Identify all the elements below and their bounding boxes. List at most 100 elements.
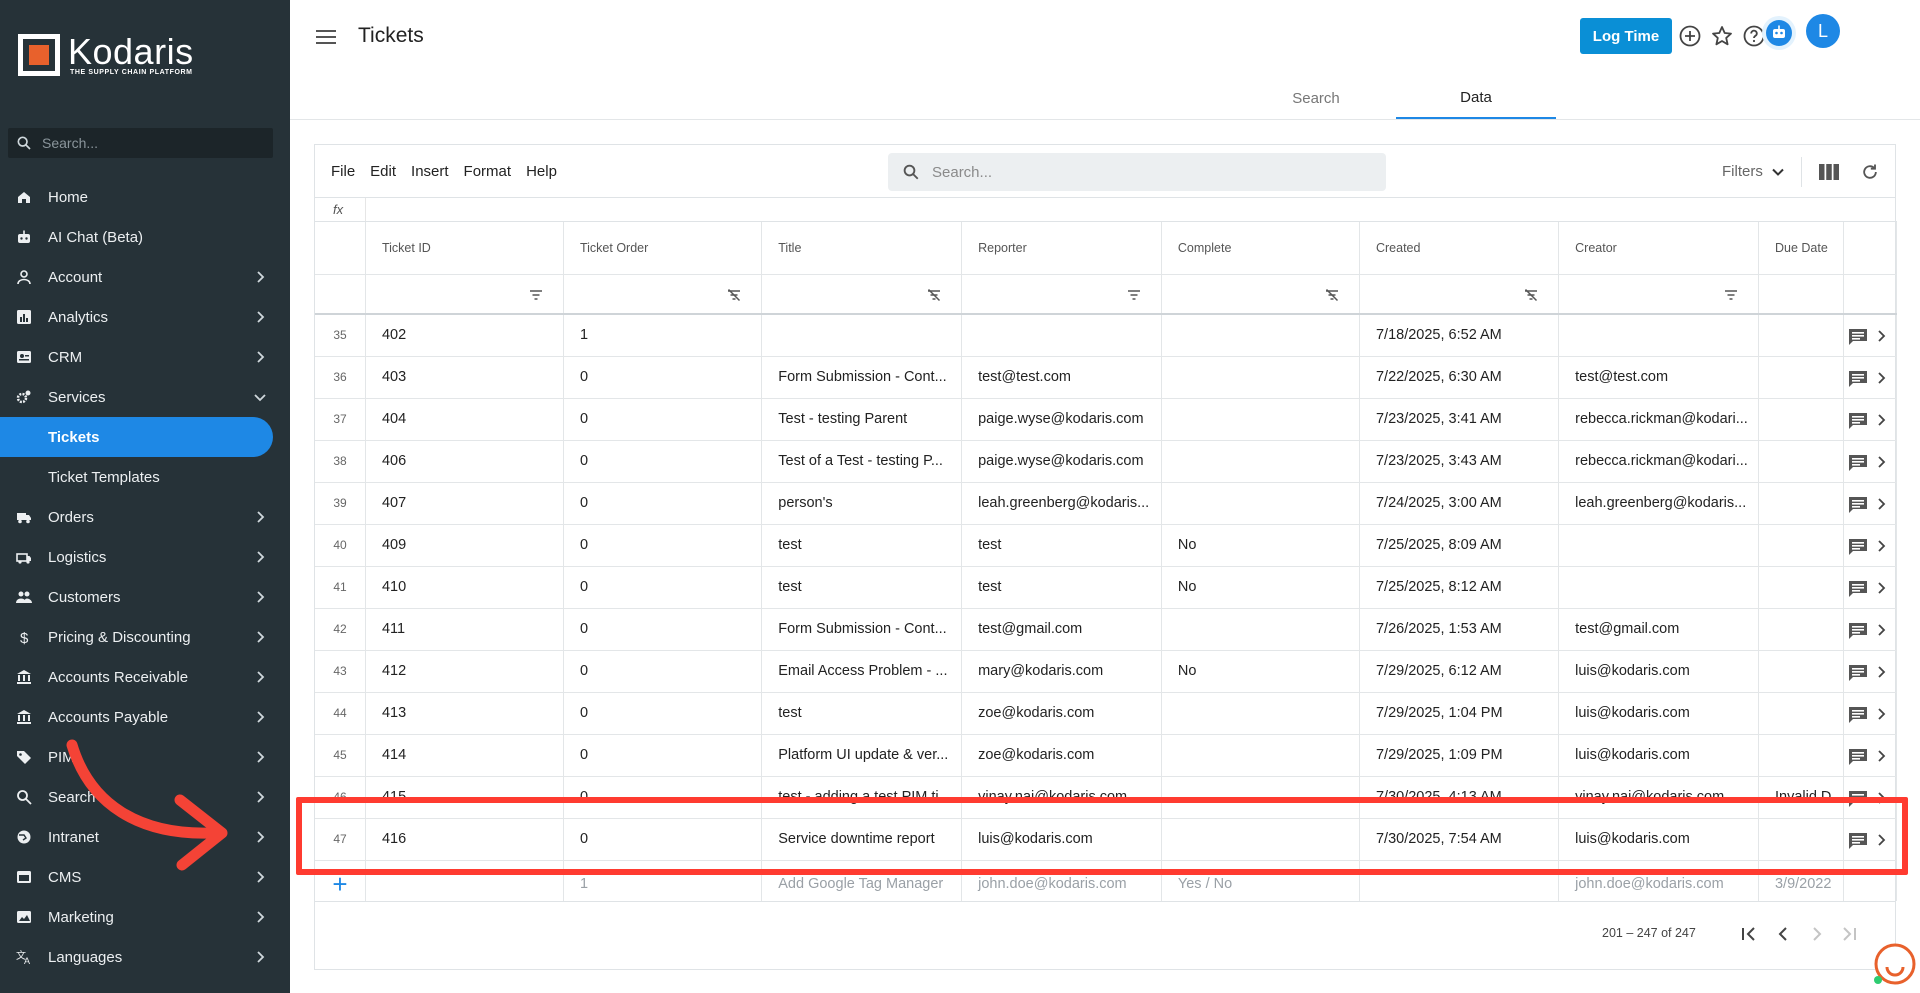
created-cell[interactable]: 7/18/2025, 6:52 AM (1359, 314, 1560, 357)
ticket-id-cell[interactable]: 407 (365, 482, 564, 525)
ticket-order-cell[interactable]: 0 (563, 776, 763, 819)
creator-cell[interactable]: vinay.nai@kodaris.com (1558, 776, 1759, 819)
last-page-icon[interactable] (1839, 924, 1859, 944)
ticket-order-cell[interactable]: 0 (563, 734, 763, 777)
filter-cell[interactable] (1758, 274, 1845, 315)
complete-cell[interactable] (1161, 776, 1360, 819)
title-cell[interactable] (761, 314, 963, 357)
user-avatar[interactable]: L (1806, 14, 1840, 48)
creator-cell[interactable]: john.doe@kodaris.com (1558, 860, 1759, 901)
comment-icon[interactable] (1848, 580, 1868, 598)
table-row[interactable]: 41 410 0 test test No 7/25/2025, 8:12 AM (315, 566, 1897, 609)
chevron-right-icon[interactable] (1877, 371, 1887, 384)
sidebar-item-services[interactable]: Services (0, 377, 290, 417)
title-cell[interactable]: Test of a Test - testing P... (761, 440, 963, 483)
comment-icon[interactable] (1848, 412, 1868, 430)
title-cell[interactable]: test (761, 566, 963, 609)
reporter-cell[interactable]: paige.wyse@kodaris.com (961, 398, 1162, 441)
sidebar-item-customers[interactable]: Customers (0, 577, 290, 617)
complete-cell[interactable]: No (1161, 524, 1360, 567)
ticket-order-cell[interactable]: 0 (563, 692, 763, 735)
complete-cell[interactable] (1161, 440, 1360, 483)
creator-cell[interactable]: luis@kodaris.com (1558, 650, 1759, 693)
add-circle-icon[interactable] (1678, 24, 1702, 48)
comment-icon[interactable] (1848, 538, 1868, 556)
comment-icon[interactable] (1848, 622, 1868, 640)
ticket-id-cell[interactable]: 410 (365, 566, 564, 609)
due-date-cell[interactable]: Invalid D... (1758, 776, 1845, 819)
table-row[interactable]: 46 415 0 test - adding a test PIM ti... vina… (315, 776, 1897, 819)
creator-cell[interactable]: test@test.com (1558, 356, 1759, 399)
chat-support-icon[interactable] (1870, 940, 1916, 986)
ticket-id-cell[interactable]: 403 (365, 356, 564, 399)
add-row[interactable]: +1 Add Google Tag Manager john.doe@kodaris… (315, 860, 1897, 901)
sidebar-item-logistics[interactable]: Logistics (0, 537, 290, 577)
table-row[interactable]: 39 407 0 person's leah.greenberg@kodaris... 7… (315, 482, 1897, 525)
title-cell[interactable]: Test - testing Parent (761, 398, 963, 441)
title-cell[interactable]: Form Submission - Cont... (761, 356, 963, 399)
title-cell[interactable]: test (761, 692, 963, 735)
due-date-cell[interactable] (1758, 818, 1845, 861)
menu-help[interactable]: Help (526, 163, 557, 180)
sidebar-item-accounts-receivable[interactable]: Accounts Receivable (0, 657, 290, 697)
chevron-right-icon[interactable] (1877, 749, 1887, 762)
reporter-cell[interactable]: zoe@kodaris.com (961, 692, 1162, 735)
reporter-cell[interactable]: zoe@kodaris.com (961, 734, 1162, 777)
ticket-id-cell[interactable] (365, 860, 564, 901)
next-page-icon[interactable] (1807, 924, 1827, 944)
complete-cell[interactable]: No (1161, 566, 1360, 609)
chevron-right-icon[interactable] (1877, 833, 1887, 846)
due-date-cell[interactable] (1758, 356, 1845, 399)
filter-icon[interactable] (1724, 288, 1738, 302)
menu-insert[interactable]: Insert (411, 163, 449, 180)
sidebar-item-ticket-templates[interactable]: Ticket Templates (0, 457, 290, 497)
title-cell[interactable]: Service downtime report (761, 818, 963, 861)
due-date-cell[interactable] (1758, 734, 1845, 777)
column-header-title[interactable]: Title (761, 222, 963, 275)
ticket-order-cell[interactable]: 0 (563, 356, 763, 399)
comment-icon[interactable] (1848, 370, 1868, 388)
comment-icon[interactable] (1848, 706, 1868, 724)
tab-data[interactable]: Data (1396, 78, 1556, 119)
title-cell[interactable]: Platform UI update & ver... (761, 734, 963, 777)
ticket-id-cell[interactable]: 409 (365, 524, 564, 567)
comment-icon[interactable] (1848, 790, 1868, 808)
complete-cell[interactable]: No (1161, 650, 1360, 693)
chevron-right-icon[interactable] (1877, 665, 1887, 678)
title-cell[interactable]: test - adding a test PIM ti... (761, 776, 963, 819)
sidebar-item-tickets[interactable]: Tickets (0, 417, 273, 457)
filter-icon[interactable] (529, 288, 543, 302)
ticket-order-cell[interactable]: 0 (563, 482, 763, 525)
sidebar-item-cms[interactable]: CMS (0, 857, 290, 897)
filter-cell[interactable] (961, 274, 1162, 315)
reporter-cell[interactable]: test@test.com (961, 356, 1162, 399)
complete-cell[interactable] (1161, 398, 1360, 441)
filter-icon[interactable] (1127, 288, 1141, 302)
filter-off-icon[interactable] (1325, 288, 1339, 302)
comment-icon[interactable] (1848, 832, 1868, 850)
creator-cell[interactable]: luis@kodaris.com (1558, 692, 1759, 735)
ticket-id-cell[interactable]: 406 (365, 440, 564, 483)
complete-cell[interactable] (1161, 734, 1360, 777)
creator-cell[interactable]: rebecca.rickman@kodari... (1558, 440, 1759, 483)
tab-search[interactable]: Search (1236, 78, 1396, 119)
comment-icon[interactable] (1848, 496, 1868, 514)
ticket-id-cell[interactable]: 415 (365, 776, 564, 819)
ticket-order-cell[interactable]: 0 (563, 566, 763, 609)
title-cell[interactable]: Email Access Problem - ... (761, 650, 963, 693)
due-date-cell[interactable] (1758, 566, 1845, 609)
creator-cell[interactable]: rebecca.rickman@kodari... (1558, 398, 1759, 441)
created-cell[interactable]: 7/30/2025, 4:13 AM (1359, 776, 1560, 819)
ticket-id-cell[interactable]: 413 (365, 692, 564, 735)
column-header-reporter[interactable]: Reporter (961, 222, 1162, 275)
created-cell[interactable]: 7/29/2025, 1:04 PM (1359, 692, 1560, 735)
reporter-cell[interactable]: mary@kodaris.com (961, 650, 1162, 693)
filters-dropdown[interactable]: Filters (1722, 163, 1785, 180)
title-cell[interactable]: test (761, 524, 963, 567)
comment-icon[interactable] (1848, 454, 1868, 472)
created-cell[interactable]: 7/25/2025, 8:09 AM (1359, 524, 1560, 567)
menu-file[interactable]: File (331, 163, 355, 180)
ticket-id-cell[interactable]: 412 (365, 650, 564, 693)
chevron-right-icon[interactable] (1877, 455, 1887, 468)
sidebar-item-pim[interactable]: PIM (0, 737, 290, 777)
